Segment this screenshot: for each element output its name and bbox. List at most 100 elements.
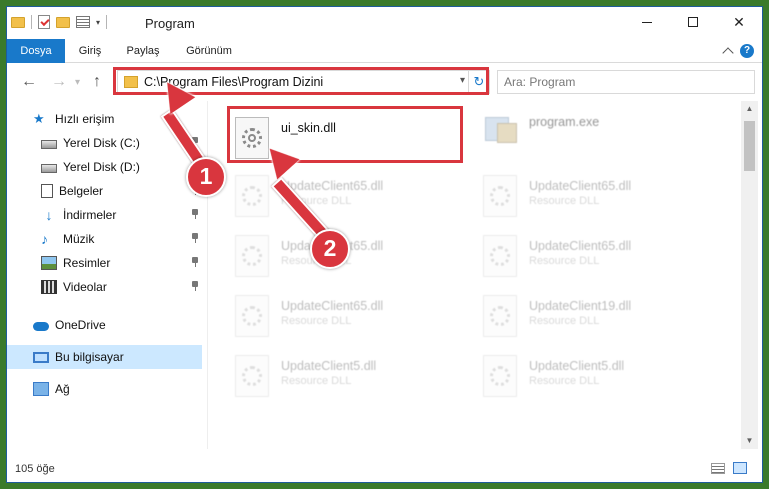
sidebar-item-pictures[interactable]: Resimler bbox=[7, 251, 202, 275]
refresh-button[interactable]: ↻ bbox=[468, 71, 489, 93]
tab-share[interactable]: Paylaş bbox=[117, 39, 169, 63]
file-item-program-exe[interactable]: program.exe bbox=[483, 111, 723, 163]
step-badge-2: 2 bbox=[310, 229, 350, 269]
scroll-thumb[interactable] bbox=[744, 121, 755, 171]
forward-button[interactable]: → bbox=[51, 73, 67, 91]
sidebar-item-disk-d[interactable]: Yerel Disk (D:) bbox=[7, 155, 202, 179]
vertical-scrollbar[interactable]: ▲ ▼ bbox=[741, 101, 758, 449]
file-name: program.exe bbox=[529, 115, 600, 129]
file-item[interactable]: UpdateClient65.dll Resource DLL bbox=[235, 175, 475, 227]
scroll-down-icon[interactable]: ▼ bbox=[741, 433, 758, 449]
dll-file-icon bbox=[483, 175, 517, 217]
file-item[interactable]: UpdateClient65.dll Resource DLL bbox=[235, 235, 475, 287]
folder-icon bbox=[124, 76, 138, 88]
step-badge-1: 1 bbox=[186, 157, 226, 197]
tab-file[interactable]: Dosya bbox=[7, 39, 65, 63]
sidebar-item-this-pc[interactable]: Bu bilgisayar bbox=[7, 345, 202, 369]
minimize-icon bbox=[642, 21, 652, 23]
file-name: UpdateClient5.dll bbox=[281, 359, 377, 373]
file-name: UpdateClient5.dll bbox=[529, 359, 625, 373]
quick-access-toolbar: ▾ bbox=[11, 15, 108, 29]
maximize-icon bbox=[688, 17, 698, 27]
help-icon[interactable]: ? bbox=[740, 44, 754, 58]
window-title: Program bbox=[145, 16, 195, 31]
tab-home[interactable]: Giriş bbox=[65, 39, 115, 63]
item-count: 105 öğe bbox=[15, 463, 55, 475]
file-description: Resource DLL bbox=[529, 375, 600, 387]
sidebar-item-downloads[interactable]: ↓ İndirmeler bbox=[7, 203, 202, 227]
dll-file-icon bbox=[235, 355, 269, 397]
sidebar-item-videos[interactable]: Videolar bbox=[7, 275, 202, 299]
file-description: Resource DLL bbox=[529, 315, 600, 327]
sidebar-item-label: Belgeler bbox=[59, 184, 104, 198]
sidebar-item-documents[interactable]: Belgeler bbox=[7, 179, 202, 203]
pane-divider[interactable] bbox=[207, 101, 208, 449]
computer-icon bbox=[33, 351, 49, 363]
back-button[interactable]: ← bbox=[21, 73, 37, 91]
minimize-button[interactable] bbox=[624, 7, 670, 37]
file-name: UpdateClient65.dll bbox=[281, 179, 384, 193]
sidebar-item-label: Resimler bbox=[63, 256, 111, 270]
view-options-icon[interactable] bbox=[76, 16, 90, 28]
sidebar-item-onedrive[interactable]: OneDrive bbox=[7, 313, 202, 337]
sidebar-item-label: Hızlı erişim bbox=[55, 112, 115, 126]
navigation-pane: ★ Hızlı erişim Yerel Disk (C:) Yerel Dis… bbox=[7, 101, 207, 449]
scroll-up-icon[interactable]: ▲ bbox=[741, 101, 758, 117]
title-bar: ▾ Program ✕ bbox=[7, 7, 762, 39]
drive-icon bbox=[41, 140, 57, 149]
file-item[interactable]: UpdateClient65.dll Resource DLL bbox=[483, 175, 723, 227]
close-button[interactable]: ✕ bbox=[716, 7, 762, 37]
sidebar-item-label: OneDrive bbox=[55, 318, 106, 332]
sidebar-item-label: Yerel Disk (D:) bbox=[63, 160, 140, 174]
explorer-window: ▾ Program ✕ Dosya Giriş Paylaş Görünüm ?… bbox=[6, 6, 763, 483]
download-arrow-icon: ↓ bbox=[45, 207, 53, 223]
divider bbox=[31, 15, 32, 29]
cloud-icon bbox=[33, 322, 49, 331]
sidebar-item-label: Yerel Disk (C:) bbox=[63, 136, 140, 150]
search-input[interactable]: Ara: Program bbox=[497, 70, 755, 94]
music-note-icon: ♪ bbox=[41, 231, 48, 247]
file-name: UpdateClient65.dll bbox=[529, 179, 632, 193]
file-description: Resource DLL bbox=[281, 315, 352, 327]
sidebar-item-network[interactable]: Ağ bbox=[7, 377, 202, 401]
sidebar-item-label: Videolar bbox=[63, 280, 107, 294]
chevron-down-icon[interactable]: ▾ bbox=[460, 75, 465, 86]
network-icon bbox=[33, 382, 49, 396]
new-folder-icon[interactable] bbox=[56, 16, 70, 28]
chevron-down-icon[interactable]: ▾ bbox=[96, 18, 100, 27]
status-bar: 105 öğe bbox=[7, 453, 762, 482]
ribbon-tabs: Dosya Giriş Paylaş Görünüm ? bbox=[7, 39, 762, 63]
properties-check-icon[interactable] bbox=[38, 15, 50, 29]
expand-ribbon-icon[interactable] bbox=[722, 47, 734, 59]
details-view-icon[interactable] bbox=[711, 463, 725, 474]
recent-locations-icon[interactable]: ▾ bbox=[75, 77, 80, 88]
file-item[interactable]: UpdateClient19.dll Resource DLL bbox=[483, 295, 723, 347]
up-button[interactable]: ↑ bbox=[93, 73, 101, 91]
sidebar-item-music[interactable]: ♪ Müzik bbox=[7, 227, 202, 251]
pin-icon bbox=[192, 209, 198, 219]
pin-icon bbox=[192, 281, 198, 291]
divider bbox=[106, 15, 108, 29]
file-description: Resource DLL bbox=[529, 255, 600, 267]
sidebar-item-label: Bu bilgisayar bbox=[55, 350, 124, 364]
navigation-bar: ← → ▾ ↑ C:\Program Files\Program Dizini … bbox=[7, 64, 762, 100]
exe-file-icon bbox=[483, 111, 519, 147]
large-icons-view-icon[interactable] bbox=[733, 462, 747, 474]
dll-file-icon bbox=[483, 295, 517, 337]
drive-icon bbox=[41, 164, 57, 173]
file-item[interactable]: UpdateClient65.dll Resource DLL bbox=[483, 235, 723, 287]
pin-icon bbox=[192, 233, 198, 243]
dll-file-icon bbox=[235, 235, 269, 277]
file-item[interactable]: UpdateClient65.dll Resource DLL bbox=[235, 295, 475, 347]
film-icon bbox=[41, 280, 57, 294]
dll-file-icon bbox=[483, 355, 517, 397]
file-item[interactable]: UpdateClient5.dll Resource DLL bbox=[235, 355, 475, 407]
close-icon: ✕ bbox=[733, 13, 745, 30]
sidebar-item-label: İndirmeler bbox=[63, 208, 117, 222]
pin-icon bbox=[192, 257, 198, 267]
file-item[interactable]: UpdateClient5.dll Resource DLL bbox=[483, 355, 723, 407]
star-icon: ★ bbox=[33, 111, 45, 126]
tab-view[interactable]: Görünüm bbox=[177, 39, 241, 63]
maximize-button[interactable] bbox=[670, 7, 716, 37]
dll-file-icon bbox=[235, 175, 269, 217]
